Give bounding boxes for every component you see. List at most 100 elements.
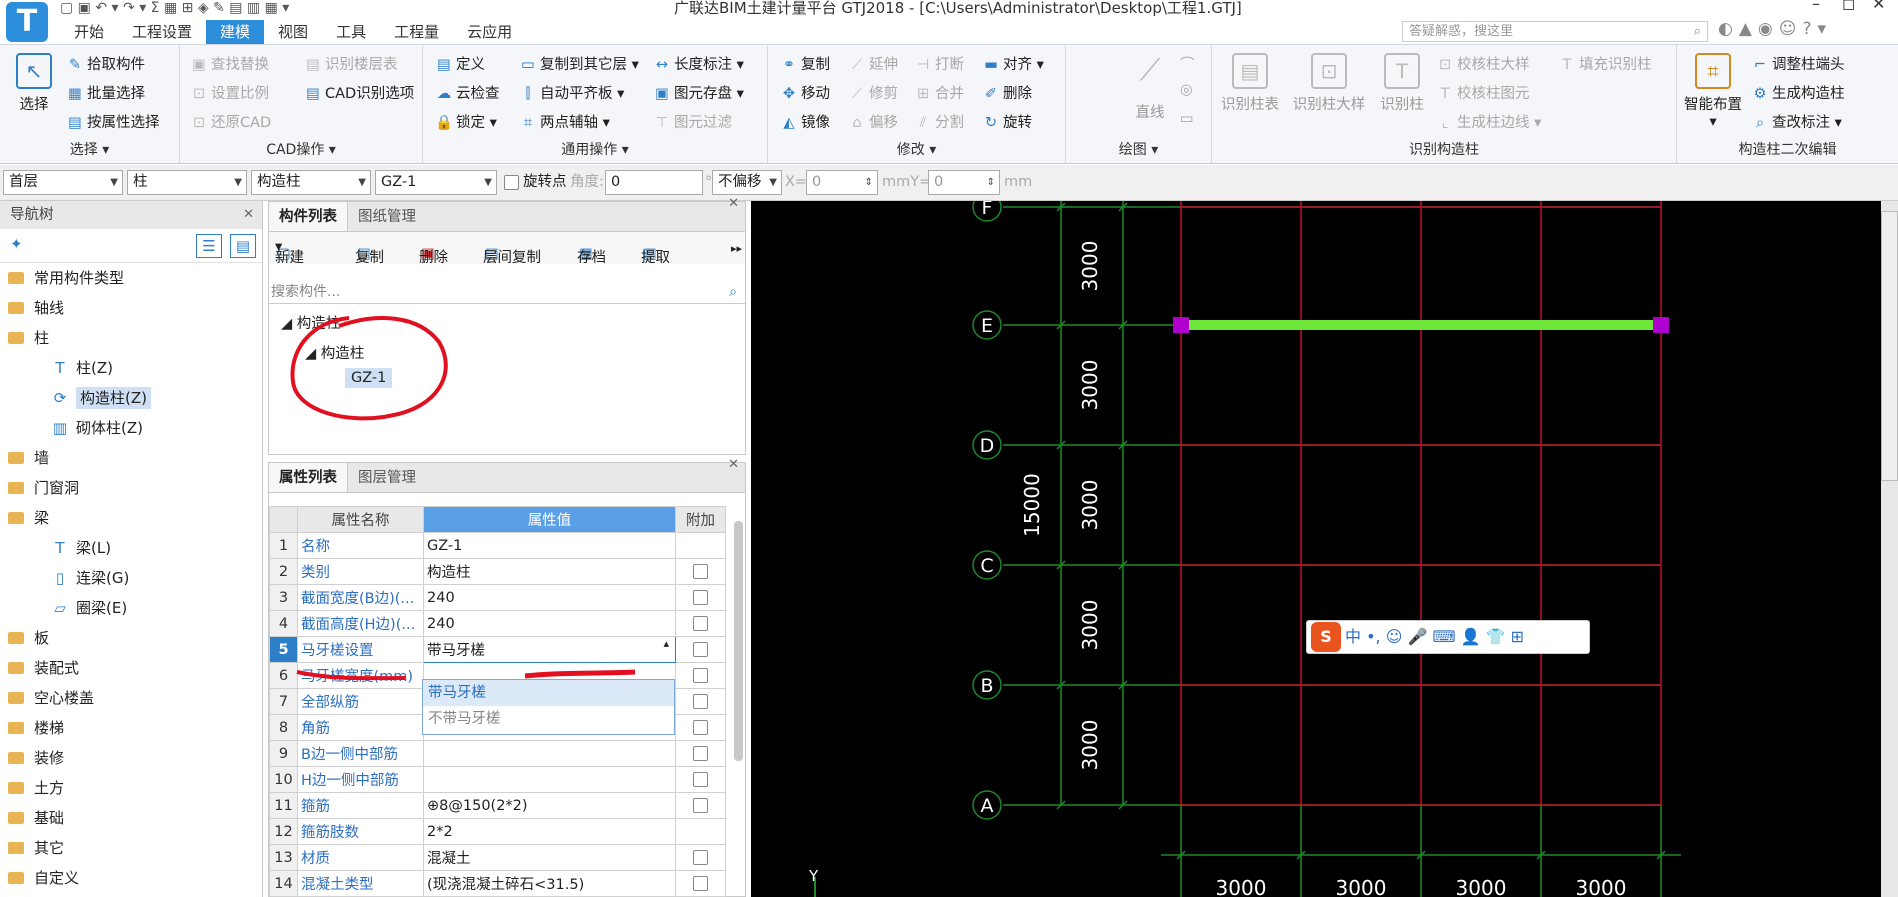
cad-canvas[interactable]: F E D C B A 3000 3000 3000 3000 3000 15000 3000 3000 3… <box>751 192 1881 897</box>
extra-checkbox[interactable] <box>693 668 708 683</box>
nav-item-1[interactable]: 轴线 <box>0 293 262 323</box>
extra-checkbox[interactable] <box>693 694 708 709</box>
property-row[interactable]: 2 类别 构造柱 <box>269 558 746 585</box>
tab-layer-management[interactable]: 图层管理 <box>348 463 426 492</box>
nav-item-0[interactable]: 常用构件类型 <box>0 263 262 293</box>
property-scrollbar[interactable] <box>734 521 743 761</box>
minimize-button[interactable]: – <box>1812 0 1820 13</box>
property-value[interactable]: ⊕8@150(2*2) <box>423 792 676 819</box>
rect-icon[interactable]: ▭ <box>1180 111 1194 127</box>
nav-item-19[interactable]: 其它 <box>0 833 262 863</box>
extra-checkbox[interactable] <box>693 642 708 657</box>
property-row[interactable]: 9 B边一侧中部筋 <box>269 740 746 767</box>
nav-item-20[interactable]: 自定义 <box>0 863 262 893</box>
pin-icon[interactable]: ✦ <box>10 235 23 253</box>
subtype-select[interactable]: 构造柱 ▼ <box>251 170 371 195</box>
tab-4[interactable]: 工具 <box>322 20 380 44</box>
tab-1[interactable]: 工程设置 <box>118 20 206 44</box>
nav-item-7[interactable]: 门窗洞 <box>0 473 262 503</box>
move-button[interactable]: ✥ 移动 <box>780 82 830 103</box>
restore-button[interactable]: ◻ <box>1842 0 1855 13</box>
grid-view-icon[interactable]: ▤ <box>230 234 256 258</box>
check-annotation-button[interactable]: ⌕ 查改标注 ▾ <box>1751 111 1842 132</box>
new-button[interactable]: ▢ 新建 ▾ <box>275 239 304 266</box>
lock-button[interactable]: 🔒 锁定 ▾ <box>435 111 497 132</box>
extra-checkbox[interactable] <box>693 564 708 579</box>
restore-cad-button[interactable]: ⊡ 还原CAD <box>190 111 271 132</box>
nav-item-16[interactable]: 装修 <box>0 743 262 773</box>
set-scale-button[interactable]: ⊡ 设置比例 <box>190 82 269 103</box>
find-replace-button[interactable]: ▣ 查找替换 <box>190 53 269 74</box>
nav-item-4[interactable]: ⟳ 构造柱(Z) <box>0 383 262 413</box>
tab-property-list[interactable]: 属性列表 <box>269 463 348 492</box>
tab-component-list[interactable]: 构件列表 <box>269 202 348 231</box>
nav-item-13[interactable]: 装配式 <box>0 653 262 683</box>
property-value[interactable]: (现浇混凝土碎石<31.5) <box>423 870 676 897</box>
help-search-input[interactable]: 答疑解惑，搜这里 ⌕ <box>1402 21 1708 42</box>
generate-column-button[interactable]: ⚙ 生成构造柱 <box>1751 82 1845 103</box>
view-tools[interactable] <box>1881 211 1898 481</box>
property-row[interactable]: 11 箍筋 ⊕8@150(2*2) <box>269 792 746 819</box>
copy-to-other-floor-button[interactable]: ▭ 复制到其它层 ▾ <box>519 53 639 74</box>
close-icon[interactable]: ✕ <box>243 201 254 229</box>
dropdown-arrow-icon[interactable]: ▴ <box>663 638 669 651</box>
fill-recognize-column-button[interactable]: ꓔ 填充识别柱 <box>1558 53 1652 74</box>
mirror-button[interactable]: ◭ 镜像 <box>780 111 830 132</box>
property-value[interactable]: GZ-1 <box>423 532 676 559</box>
select-by-property-button[interactable]: ▤ 按属性选择 <box>66 111 159 132</box>
nav-item-5[interactable]: ▥ 砌体柱(Z) <box>0 413 262 443</box>
merge-button[interactable]: ⊞ 合并 <box>914 82 964 103</box>
extra-checkbox[interactable] <box>693 772 708 787</box>
tab-drawing-management[interactable]: 图纸管理 <box>348 202 426 231</box>
define-button[interactable]: ▤ 定义 <box>435 53 485 74</box>
nav-item-6[interactable]: 墙 <box>0 443 262 473</box>
nav-item-9[interactable]: ꓔ 梁(L) <box>0 533 262 563</box>
extra-checkbox[interactable] <box>693 746 708 761</box>
nav-item-15[interactable]: 楼梯 <box>0 713 262 743</box>
title-icons[interactable]: ◐▲◉☺?▾ <box>1718 19 1832 39</box>
extend-button[interactable]: ⟋ 延伸 <box>848 53 898 74</box>
nav-item-8[interactable]: 梁 <box>0 503 262 533</box>
nav-item-18[interactable]: 基础 <box>0 803 262 833</box>
circle-icon[interactable]: ◎ <box>1180 82 1193 98</box>
property-value[interactable]: 240 <box>423 610 676 637</box>
rotate-button[interactable]: ↻ 旋转 <box>982 111 1032 132</box>
property-value[interactable] <box>423 766 676 793</box>
nav-item-10[interactable]: ▯ 连梁(G) <box>0 563 262 593</box>
property-value[interactable]: 构造柱 <box>423 558 676 585</box>
batch-select-button[interactable]: ▦ 批量选择 <box>66 82 145 103</box>
close-button[interactable]: ✕ <box>1872 0 1885 13</box>
component-search-input[interactable]: 搜索构件... ⌕ <box>269 280 745 304</box>
more-icon[interactable]: ▸▸ <box>731 242 742 255</box>
copy-button[interactable]: ⚭ 复制 <box>780 53 830 74</box>
check-column-element-button[interactable]: ꓔ 校核柱图元 <box>1436 82 1530 103</box>
length-dimension-button[interactable]: ↔ 长度标注 ▾ <box>653 53 744 74</box>
nav-item-12[interactable]: 板 <box>0 623 262 653</box>
extra-checkbox[interactable] <box>693 798 708 813</box>
element-save-button[interactable]: ▣ 图元存盘 ▾ <box>653 82 744 103</box>
extra-checkbox[interactable] <box>693 720 708 735</box>
recognize-column-button[interactable]: ꓔ 识别柱 <box>1374 53 1430 114</box>
ime-icons[interactable]: 中 •, ☺ 🎤 ⌨ 👤 👕 ⊞ <box>1345 627 1524 646</box>
select-button[interactable]: ↖ 选择 <box>10 53 58 114</box>
option-with-toothed[interactable]: 带马牙槎 <box>423 680 674 706</box>
property-row[interactable]: 14 混凝土类型 (现浇混凝土碎石<31.5) <box>269 870 746 897</box>
offset-select[interactable]: 不偏移 ▼ <box>712 170 782 195</box>
align-button[interactable]: ▬ 对齐 ▾ <box>982 53 1044 74</box>
offset-button[interactable]: ⌂ 偏移 <box>848 111 898 132</box>
property-row[interactable]: 13 材质 混凝土 <box>269 844 746 871</box>
tab-5[interactable]: 工程量 <box>380 20 453 44</box>
tab-3[interactable]: 视图 <box>264 20 322 44</box>
property-value[interactable]: 2*2 <box>423 818 676 845</box>
cad-drawing[interactable]: F E D C B A 3000 3000 3000 3000 3000 15000 3000 3000 3… <box>751 192 1881 897</box>
arc-icon[interactable]: ⌒ <box>1180 53 1195 74</box>
tab-0[interactable]: 开始 <box>60 20 118 44</box>
search-icon[interactable]: ⌕ <box>729 280 737 304</box>
break-button[interactable]: ⊣ 打断 <box>914 53 964 74</box>
check-column-detail-button[interactable]: ⊡ 校核柱大样 <box>1436 53 1530 74</box>
recognize-column-table-button[interactable]: ▤ 识别柱表 <box>1218 53 1282 114</box>
extra-checkbox[interactable] <box>693 876 708 891</box>
smart-layout-button[interactable]: ⌗ 智能布置 ▾ <box>1681 53 1745 130</box>
adjust-column-end-button[interactable]: ⌐ 调整柱端头 <box>1751 53 1845 74</box>
search-icon[interactable]: ⌕ <box>1694 22 1701 41</box>
